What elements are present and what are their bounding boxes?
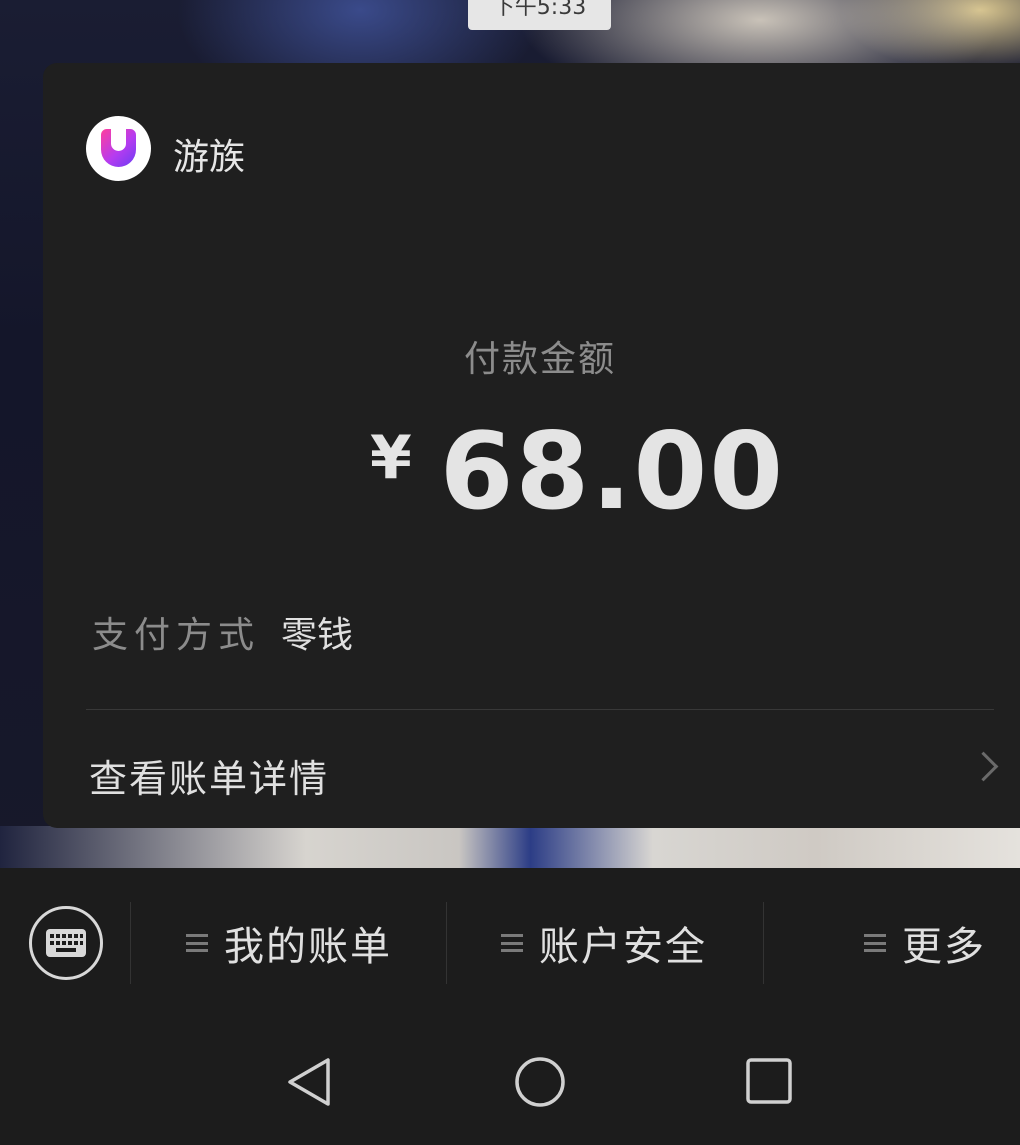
triangle-back-icon[interactable] bbox=[284, 1056, 336, 1108]
amount-label: 付款金额 bbox=[463, 339, 616, 380]
payment-method-label: 支付方式 bbox=[92, 615, 261, 656]
merchant-logo-icon bbox=[86, 116, 151, 181]
circle-home-icon[interactable] bbox=[514, 1056, 566, 1108]
menu-separator bbox=[446, 902, 447, 984]
menu-separator bbox=[130, 902, 131, 984]
keyboard-toggle-button[interactable] bbox=[29, 906, 103, 980]
menu-lines-icon bbox=[186, 934, 208, 952]
chevron-right-icon bbox=[968, 751, 999, 782]
service-menu-bar: 我的账单 账户安全 更多 bbox=[0, 868, 1020, 1018]
menu-separator bbox=[763, 902, 764, 984]
menu-item-label: 更多 bbox=[902, 924, 986, 970]
merchant-name: 游族 bbox=[173, 137, 246, 178]
menu-lines-icon bbox=[864, 934, 886, 952]
bill-details-link[interactable]: 查看账单详情 bbox=[43, 710, 1020, 828]
keyboard-icon bbox=[46, 929, 86, 957]
menu-item-label: 账户安全 bbox=[539, 924, 707, 970]
system-navigation-bar bbox=[0, 1018, 1020, 1145]
bill-details-label: 查看账单详情 bbox=[89, 757, 330, 801]
payment-method-value: 零钱 bbox=[281, 615, 354, 656]
wallpaper-strip bbox=[0, 826, 1020, 870]
menu-more[interactable]: 更多 bbox=[864, 916, 986, 970]
currency-symbol: ¥ bbox=[370, 423, 412, 493]
screen: 下午5:33 游族 付款金额 ¥68.00 支付方式 零钱 查看账单详情 我的账… bbox=[0, 0, 1020, 1145]
payment-amount: ¥68.00 bbox=[370, 410, 785, 533]
menu-my-bills[interactable]: 我的账单 bbox=[186, 916, 392, 970]
status-time: 下午5:33 bbox=[468, 0, 611, 30]
menu-item-label: 我的账单 bbox=[224, 924, 392, 970]
amount-value: 68.00 bbox=[439, 410, 786, 533]
square-recents-icon[interactable] bbox=[744, 1056, 796, 1108]
menu-account-security[interactable]: 账户安全 bbox=[501, 916, 707, 970]
menu-lines-icon bbox=[501, 934, 523, 952]
